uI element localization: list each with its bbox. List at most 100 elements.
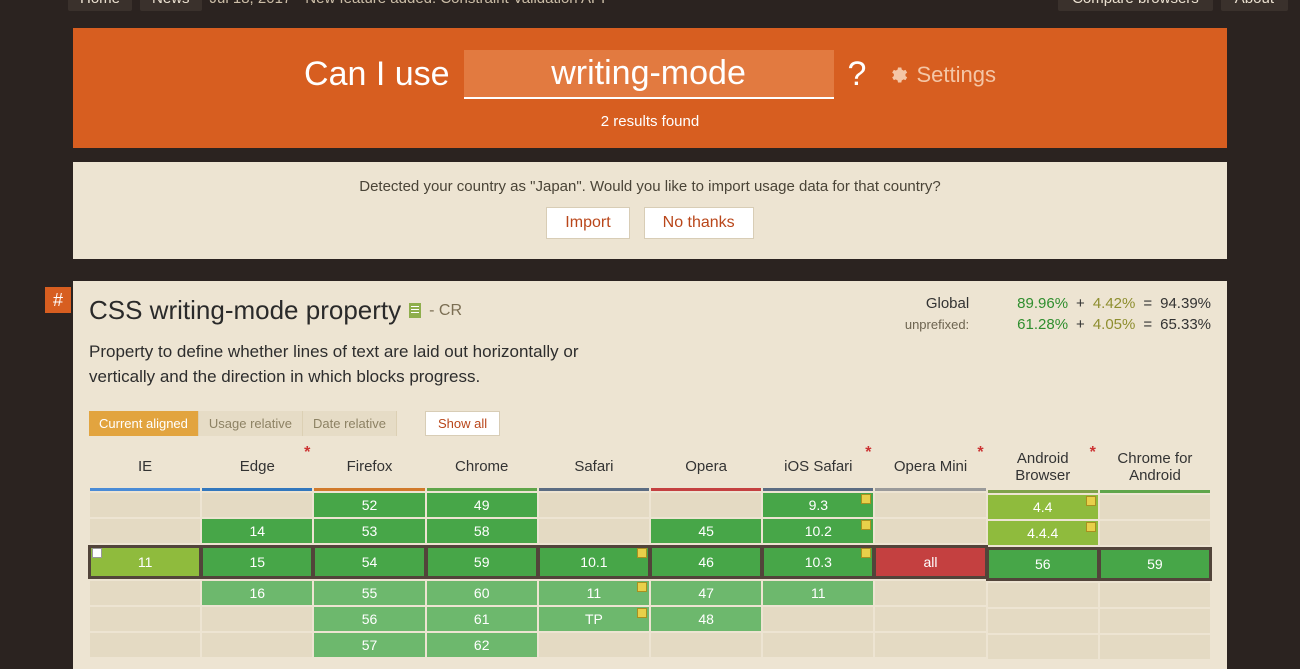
support-cell <box>90 519 200 543</box>
browser-header[interactable]: Opera <box>651 446 761 488</box>
support-cell[interactable]: 10.2 <box>763 519 873 543</box>
settings-link[interactable]: Settings <box>888 62 996 88</box>
results-count: 2 results found <box>73 113 1227 130</box>
permalink-hash[interactable]: # <box>45 287 71 313</box>
support-cell[interactable]: 57 <box>314 633 424 657</box>
tab-current-aligned[interactable]: Current aligned <box>89 411 199 436</box>
note-star-icon: * <box>865 444 871 462</box>
browser-underline <box>988 490 1098 493</box>
tab-date-relative[interactable]: Date relative <box>303 411 397 436</box>
support-cell[interactable]: 4.4.4 <box>988 521 1098 545</box>
usage-stats: Global 89.96% + 4.42% = 94.39% unprefixe… <box>871 295 1211 389</box>
support-cell[interactable]: TP <box>539 607 649 631</box>
usage-global-label: Global <box>926 295 969 312</box>
support-table: IE11Edge*141516Firefox525354555657Chrome… <box>89 446 1211 659</box>
note-badge-icon <box>861 520 871 530</box>
support-cell[interactable]: 11 <box>539 581 649 605</box>
browser-column: Opera 45 46 4748 <box>651 446 761 659</box>
nav-about[interactable]: About <box>1221 0 1288 11</box>
browser-underline <box>1100 490 1210 493</box>
browser-header[interactable]: Android Browser* <box>988 446 1098 490</box>
support-cell[interactable]: 10.1 <box>539 547 649 577</box>
support-cell[interactable]: 59 <box>427 547 537 577</box>
browser-column: Safari 10.1 11TP <box>539 446 649 659</box>
nothanks-button[interactable]: No thanks <box>644 207 754 239</box>
show-all-button[interactable]: Show all <box>425 411 500 436</box>
support-cell[interactable]: 53 <box>314 519 424 543</box>
support-cell[interactable]: 49 <box>427 493 537 517</box>
browser-column: Opera Mini* all <box>875 446 985 659</box>
support-cell[interactable]: 58 <box>427 519 537 543</box>
support-cell[interactable]: all <box>875 547 985 577</box>
support-cell[interactable]: 56 <box>988 549 1098 579</box>
support-cell[interactable]: 61 <box>427 607 537 631</box>
search-prefix: Can I use <box>304 55 450 94</box>
browser-header[interactable]: iOS Safari* <box>763 446 873 488</box>
support-cell[interactable]: 4.4 <box>988 495 1098 519</box>
note-badge-icon <box>637 548 647 558</box>
browser-column: Chrome 4958 59 606162 <box>427 446 537 659</box>
support-cell[interactable]: 10.3 <box>763 547 873 577</box>
support-cell[interactable]: 55 <box>314 581 424 605</box>
browser-header[interactable]: Chrome <box>427 446 537 488</box>
news-headline: Jul 18, 2017 New feature added: Constrai… <box>210 0 606 7</box>
search-input[interactable] <box>464 50 834 99</box>
browser-underline <box>90 488 200 491</box>
nav-compare[interactable]: Compare browsers <box>1058 0 1213 11</box>
note-badge-icon <box>1086 496 1096 506</box>
top-nav: Home News Jul 18, 2017 New feature added… <box>0 0 1300 18</box>
support-cell <box>988 609 1098 633</box>
support-cell[interactable]: 62 <box>427 633 537 657</box>
support-cell <box>875 519 985 543</box>
geo-notice: Detected your country as "Japan". Would … <box>73 162 1227 259</box>
browser-column: Edge* 14 15 16 <box>202 446 312 659</box>
note-star-icon: * <box>304 444 310 462</box>
import-button[interactable]: Import <box>546 207 629 239</box>
support-cell <box>202 493 312 517</box>
support-cell[interactable]: 52 <box>314 493 424 517</box>
browser-underline <box>875 488 985 491</box>
support-cell[interactable]: 15 <box>202 547 312 577</box>
browser-header[interactable]: Opera Mini* <box>875 446 985 488</box>
note-star-icon: * <box>1090 444 1096 462</box>
support-cell[interactable]: 9.3 <box>763 493 873 517</box>
note-badge-icon <box>861 494 871 504</box>
browser-header[interactable]: Edge* <box>202 446 312 488</box>
support-cell[interactable]: 56 <box>314 607 424 631</box>
browser-header[interactable]: IE <box>90 446 200 488</box>
support-cell <box>988 583 1098 607</box>
support-cell[interactable]: 54 <box>314 547 424 577</box>
spec-doc-icon[interactable] <box>409 303 421 318</box>
search-question: ? <box>848 55 867 94</box>
support-cell <box>1100 609 1210 633</box>
feature-panel: # CSS writing-mode property - CR Propert… <box>73 281 1227 669</box>
support-cell[interactable]: 48 <box>651 607 761 631</box>
tab-usage-relative[interactable]: Usage relative <box>199 411 303 436</box>
browser-column: Firefox 5253 54 555657 <box>314 446 424 659</box>
browser-header[interactable]: Chrome for Android <box>1100 446 1210 490</box>
support-cell[interactable]: 11 <box>90 547 200 577</box>
support-cell[interactable]: 60 <box>427 581 537 605</box>
browser-column: Android Browser* 4.44.4.4 56 <box>988 446 1098 659</box>
support-cell[interactable]: 59 <box>1100 549 1210 579</box>
nav-news[interactable]: News <box>140 0 202 11</box>
feature-description: Property to define whether lines of text… <box>89 340 609 389</box>
support-cell[interactable]: 45 <box>651 519 761 543</box>
support-cell <box>90 581 200 605</box>
support-cell <box>90 633 200 657</box>
note-badge-icon <box>92 548 102 558</box>
support-cell[interactable]: 11 <box>763 581 873 605</box>
browser-header[interactable]: Safari <box>539 446 649 488</box>
browser-header[interactable]: Firefox <box>314 446 424 488</box>
view-tabs: Current aligned Usage relative Date rela… <box>89 411 1211 436</box>
support-cell <box>875 581 985 605</box>
support-cell <box>1100 495 1210 519</box>
nav-home[interactable]: Home <box>68 0 132 11</box>
support-cell[interactable]: 46 <box>651 547 761 577</box>
support-cell <box>763 633 873 657</box>
support-cell[interactable]: 16 <box>202 581 312 605</box>
note-badge-icon <box>637 582 647 592</box>
support-cell <box>1100 521 1210 545</box>
support-cell[interactable]: 14 <box>202 519 312 543</box>
support-cell[interactable]: 47 <box>651 581 761 605</box>
